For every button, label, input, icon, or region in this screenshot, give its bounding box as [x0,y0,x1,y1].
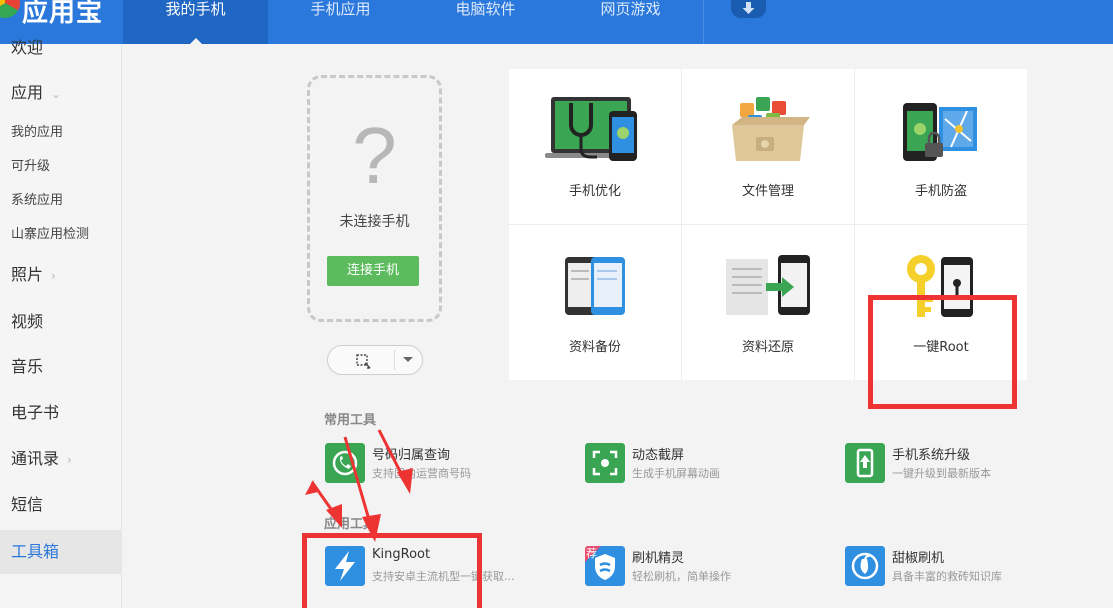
annotation-arrow-icon [343,436,381,542]
annotation-arrow-icon [377,429,413,494]
annotation-arrow-icon [305,480,342,528]
annotation-arrows [305,429,413,542]
